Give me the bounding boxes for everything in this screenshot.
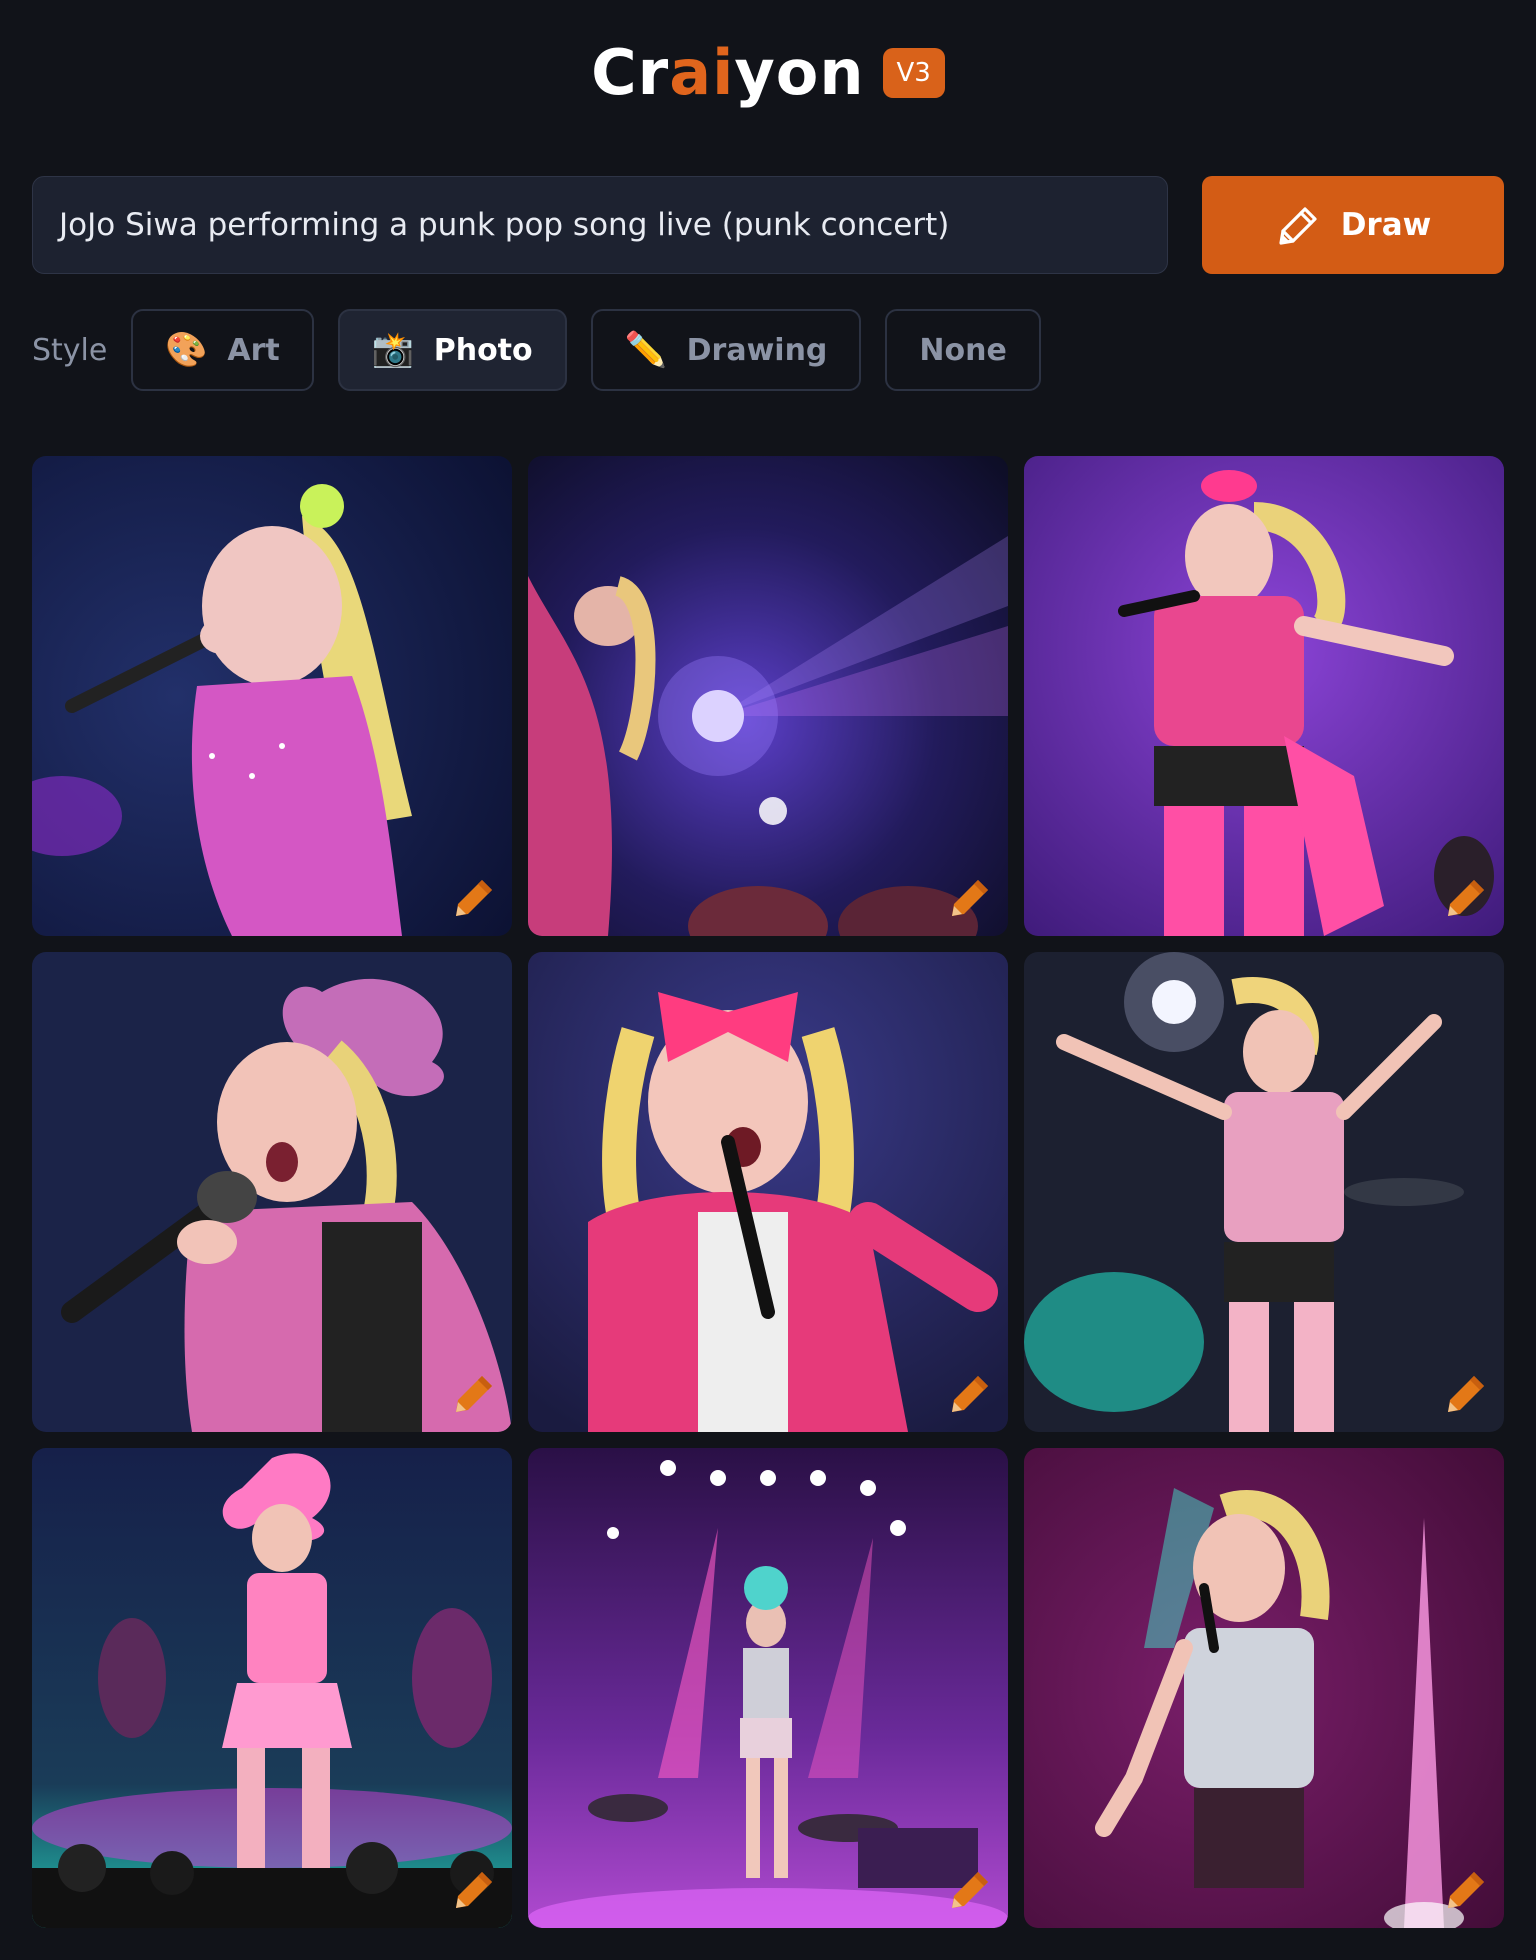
prompt-input[interactable]: JoJo Siwa performing a punk pop song liv… — [32, 176, 1168, 274]
version-badge: V3 — [882, 48, 945, 98]
palette-icon: 🎨 — [165, 330, 208, 370]
pencil-icon — [1279, 207, 1317, 245]
brand-header: Craiyon V3 — [0, 42, 1536, 104]
style-option-label: Art — [227, 332, 280, 368]
generated-image — [528, 456, 1008, 936]
pencil-icon: ✏️ — [624, 330, 667, 370]
draw-button[interactable]: Draw — [1202, 176, 1504, 274]
generated-image — [528, 1448, 1008, 1928]
logo[interactable]: Craiyon — [591, 42, 864, 104]
edit-pencil-icon[interactable] — [450, 874, 498, 922]
style-option-drawing[interactable]: ✏️ Drawing — [590, 309, 862, 391]
generated-image — [528, 952, 1008, 1432]
result-image[interactable] — [1024, 1448, 1504, 1928]
prompt-text: JoJo Siwa performing a punk pop song liv… — [59, 207, 950, 243]
results-grid — [32, 456, 1504, 1928]
generated-image — [1024, 456, 1504, 936]
edit-pencil-icon[interactable] — [946, 874, 994, 922]
style-option-art[interactable]: 🎨 Art — [131, 309, 314, 391]
result-image[interactable] — [528, 456, 1008, 936]
result-image[interactable] — [32, 952, 512, 1432]
result-image[interactable] — [32, 1448, 512, 1928]
result-image[interactable] — [528, 952, 1008, 1432]
edit-pencil-icon[interactable] — [450, 1370, 498, 1418]
style-option-label: Photo — [433, 332, 533, 368]
result-image[interactable] — [1024, 952, 1504, 1432]
generated-image — [1024, 952, 1504, 1432]
generated-image — [32, 456, 512, 936]
generated-image — [1024, 1448, 1504, 1928]
edit-pencil-icon[interactable] — [946, 1370, 994, 1418]
style-option-none[interactable]: None — [885, 309, 1041, 391]
result-image[interactable] — [32, 456, 512, 936]
edit-pencil-icon[interactable] — [946, 1866, 994, 1914]
result-image[interactable] — [528, 1448, 1008, 1928]
generated-image — [32, 1448, 512, 1928]
craiyon-page: Craiyon V3 JoJo Siwa performing a punk p… — [0, 0, 1536, 1960]
style-option-label: None — [919, 332, 1007, 368]
generated-image — [32, 952, 512, 1432]
style-option-label: Drawing — [686, 332, 828, 368]
edit-pencil-icon[interactable] — [1442, 874, 1490, 922]
result-image[interactable] — [1024, 456, 1504, 936]
style-selector: Style 🎨 Art 📸 Photo ✏️ Drawing None — [32, 308, 1065, 392]
style-label: Style — [32, 332, 108, 368]
edit-pencil-icon[interactable] — [1442, 1370, 1490, 1418]
camera-flash-icon: 📸 — [371, 330, 415, 370]
edit-pencil-icon[interactable] — [1442, 1866, 1490, 1914]
draw-button-label: Draw — [1340, 207, 1432, 243]
edit-pencil-icon[interactable] — [450, 1866, 498, 1914]
style-option-photo[interactable]: 📸 Photo — [337, 309, 567, 391]
